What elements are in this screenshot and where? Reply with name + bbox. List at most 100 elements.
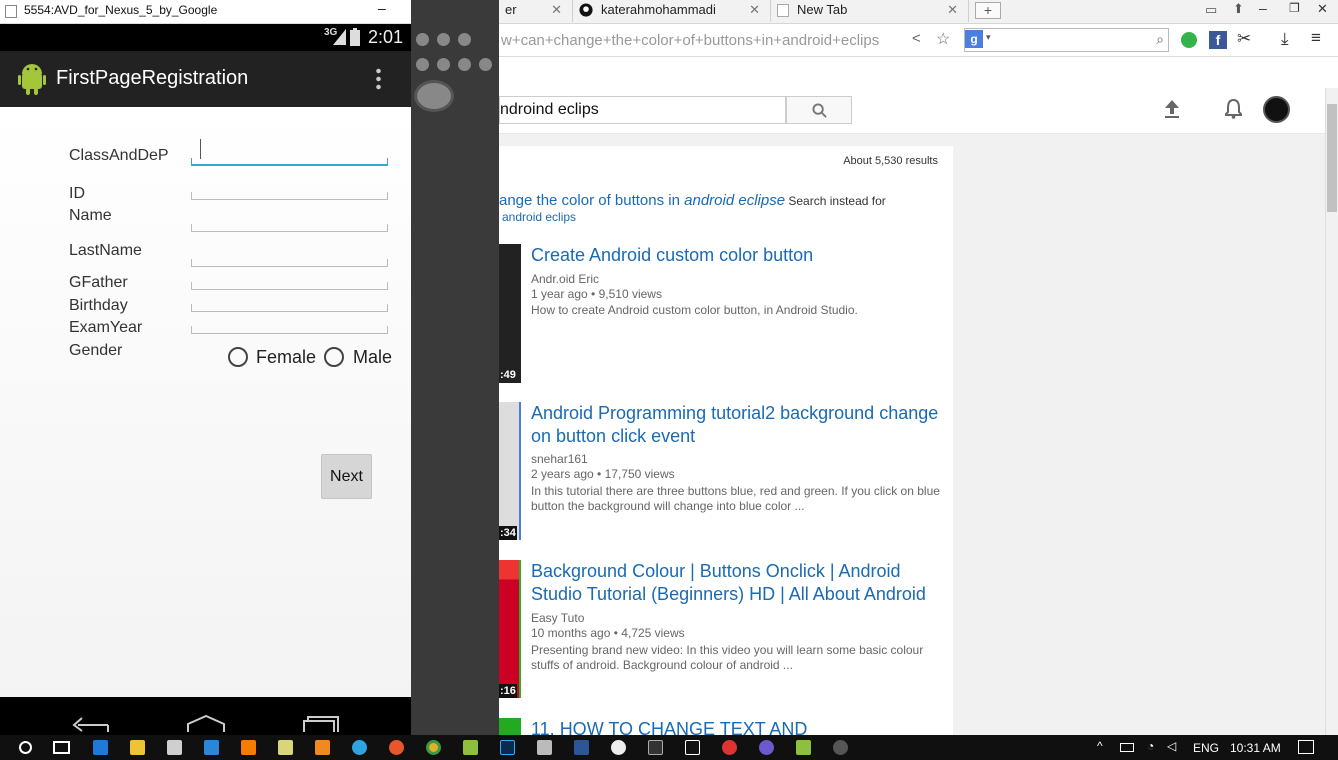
browser-tab[interactable]: New Tab ✕ xyxy=(771,0,969,22)
wifi-icon[interactable]: ◔ xyxy=(1147,739,1154,753)
word-icon[interactable] xyxy=(574,740,589,755)
power-icon[interactable] xyxy=(458,33,471,46)
cmd-icon[interactable] xyxy=(648,740,663,755)
cortana-icon[interactable] xyxy=(19,741,32,754)
new-tab-button[interactable]: + xyxy=(975,2,1001,19)
notifications-icon[interactable] xyxy=(1225,99,1242,119)
volume-up-icon[interactable] xyxy=(437,33,450,46)
video-thumbnail[interactable]: :49 xyxy=(499,244,521,383)
id-field[interactable] xyxy=(191,192,388,200)
volume-down-icon[interactable] xyxy=(416,33,429,46)
name-field[interactable] xyxy=(191,224,388,232)
lastname-field[interactable] xyxy=(191,259,388,267)
tray-chevron-icon[interactable]: ^ xyxy=(1097,739,1103,753)
store-icon[interactable] xyxy=(167,740,182,755)
scrollbar-thumb[interactable] xyxy=(1327,104,1337,212)
close-tab-icon[interactable]: ✕ xyxy=(551,0,562,20)
dropdown-icon[interactable]: ▾ xyxy=(986,32,991,43)
taskbar-clock[interactable]: 10:31 AM xyxy=(1230,741,1281,755)
vlc-icon[interactable] xyxy=(241,740,256,755)
search-key-icon[interactable] xyxy=(479,58,492,71)
minimize-icon[interactable]: – xyxy=(378,0,386,16)
female-radio[interactable] xyxy=(228,347,248,367)
browser-tab[interactable]: er ✕ xyxy=(499,0,573,22)
restore-icon[interactable]: ❐ xyxy=(1289,1,1300,15)
task-view-icon[interactable] xyxy=(53,741,70,754)
chrome-icon[interactable] xyxy=(426,740,441,755)
label-examyear: ExamYear xyxy=(69,319,143,336)
back-icon[interactable] xyxy=(72,715,110,733)
bookmark-star-icon[interactable]: ☆ xyxy=(936,29,950,49)
back-key-icon[interactable] xyxy=(458,58,471,71)
share-icon[interactable]: < xyxy=(912,30,921,47)
search-icon[interactable]: ⌕ xyxy=(1156,31,1164,48)
emulator-icon[interactable] xyxy=(833,740,848,755)
volume-icon[interactable]: ◁ xyxy=(1167,739,1176,753)
spelling-correction[interactable]: ange the color of buttons in android ecl… xyxy=(499,192,939,209)
close-tab-icon[interactable]: ✕ xyxy=(749,0,760,20)
home-icon[interactable] xyxy=(186,715,226,733)
gfather-field[interactable] xyxy=(191,282,388,290)
media-icon[interactable] xyxy=(537,740,552,755)
language-indicator[interactable]: ENG xyxy=(1193,741,1219,755)
status-clock: 2:01 xyxy=(368,27,404,47)
browser-tab[interactable]: katerahmohammadi ✕ xyxy=(573,0,771,22)
remote-desktop-icon[interactable] xyxy=(204,740,219,755)
video-title[interactable]: Android Programming tutorial2 background… xyxy=(531,402,941,448)
close-window-icon[interactable]: ✕ xyxy=(1317,1,1328,17)
channel-name[interactable]: snehar161 xyxy=(531,452,588,466)
menu-icon[interactable]: ≡ xyxy=(1311,28,1321,48)
video-thumbnail[interactable]: :34 xyxy=(499,402,521,540)
action-center-icon[interactable] xyxy=(1298,740,1314,754)
intellij-icon[interactable] xyxy=(685,740,700,755)
examyear-field[interactable] xyxy=(191,326,388,334)
video-title[interactable]: Create Android custom color button xyxy=(531,244,941,267)
photoshop-icon[interactable] xyxy=(500,740,515,755)
whatsapp-icon[interactable] xyxy=(1181,32,1197,48)
label-name: Name xyxy=(69,207,112,224)
minimize-icon[interactable]: – xyxy=(1259,0,1267,16)
channel-name[interactable]: Easy Tuto xyxy=(531,611,584,625)
overflow-menu-icon[interactable] xyxy=(376,67,381,91)
home-key-icon[interactable] xyxy=(416,58,429,71)
app-icon[interactable] xyxy=(611,740,626,755)
dpad-icon[interactable] xyxy=(414,80,454,112)
facebook-icon[interactable]: f xyxy=(1209,31,1227,49)
avatar[interactable] xyxy=(1263,96,1290,123)
android-studio-icon[interactable] xyxy=(463,740,478,755)
pin-icon[interactable]: ⬆ xyxy=(1233,1,1244,17)
result-item[interactable]: :16 Background Colour | Buttons Onclick … xyxy=(499,560,953,700)
app-icon[interactable] xyxy=(722,740,737,755)
channel-name[interactable]: Andr.oid Eric xyxy=(531,272,599,286)
app-icon[interactable] xyxy=(315,740,330,755)
result-item[interactable]: :34 Android Programming tutorial2 backgr… xyxy=(499,402,953,542)
search-instead-link[interactable]: android eclips xyxy=(502,210,576,224)
menu-key-icon[interactable] xyxy=(437,58,450,71)
download-icon[interactable]: ⤓ xyxy=(1281,29,1289,49)
file-explorer-icon[interactable] xyxy=(130,740,145,755)
video-thumbnail[interactable]: :16 xyxy=(499,560,521,698)
telegram-icon[interactable] xyxy=(352,740,367,755)
birthday-field[interactable] xyxy=(191,304,388,312)
app-icon[interactable] xyxy=(759,740,774,755)
search-box[interactable]: g ▾ ⌕ xyxy=(964,28,1169,52)
male-radio[interactable] xyxy=(324,347,344,367)
address-bar[interactable]: w+can+change+the+color+of+buttons+in+and… xyxy=(499,30,909,52)
youtube-search-input[interactable]: ndroind eclips xyxy=(499,96,786,124)
scissors-icon[interactable]: ✂ xyxy=(1237,29,1251,49)
firefox-icon[interactable] xyxy=(389,740,404,755)
page-scrollbar[interactable] xyxy=(1325,88,1338,735)
upload-icon[interactable] xyxy=(1164,100,1180,118)
classanddep-field[interactable] xyxy=(191,158,388,166)
result-item[interactable]: :49 Create Android custom color button A… xyxy=(499,244,953,384)
notepad-icon[interactable] xyxy=(278,740,293,755)
video-title[interactable]: Background Colour | Buttons Onclick | An… xyxy=(531,560,941,606)
chat-icon[interactable]: ▭ xyxy=(1205,2,1217,18)
android-icon[interactable] xyxy=(796,740,811,755)
recent-apps-icon[interactable] xyxy=(302,715,340,733)
battery-icon[interactable] xyxy=(1120,743,1134,752)
next-button[interactable]: Next xyxy=(321,454,372,499)
close-tab-icon[interactable]: ✕ xyxy=(947,0,958,20)
youtube-search-button[interactable] xyxy=(786,96,852,124)
edge-icon[interactable] xyxy=(93,740,108,755)
